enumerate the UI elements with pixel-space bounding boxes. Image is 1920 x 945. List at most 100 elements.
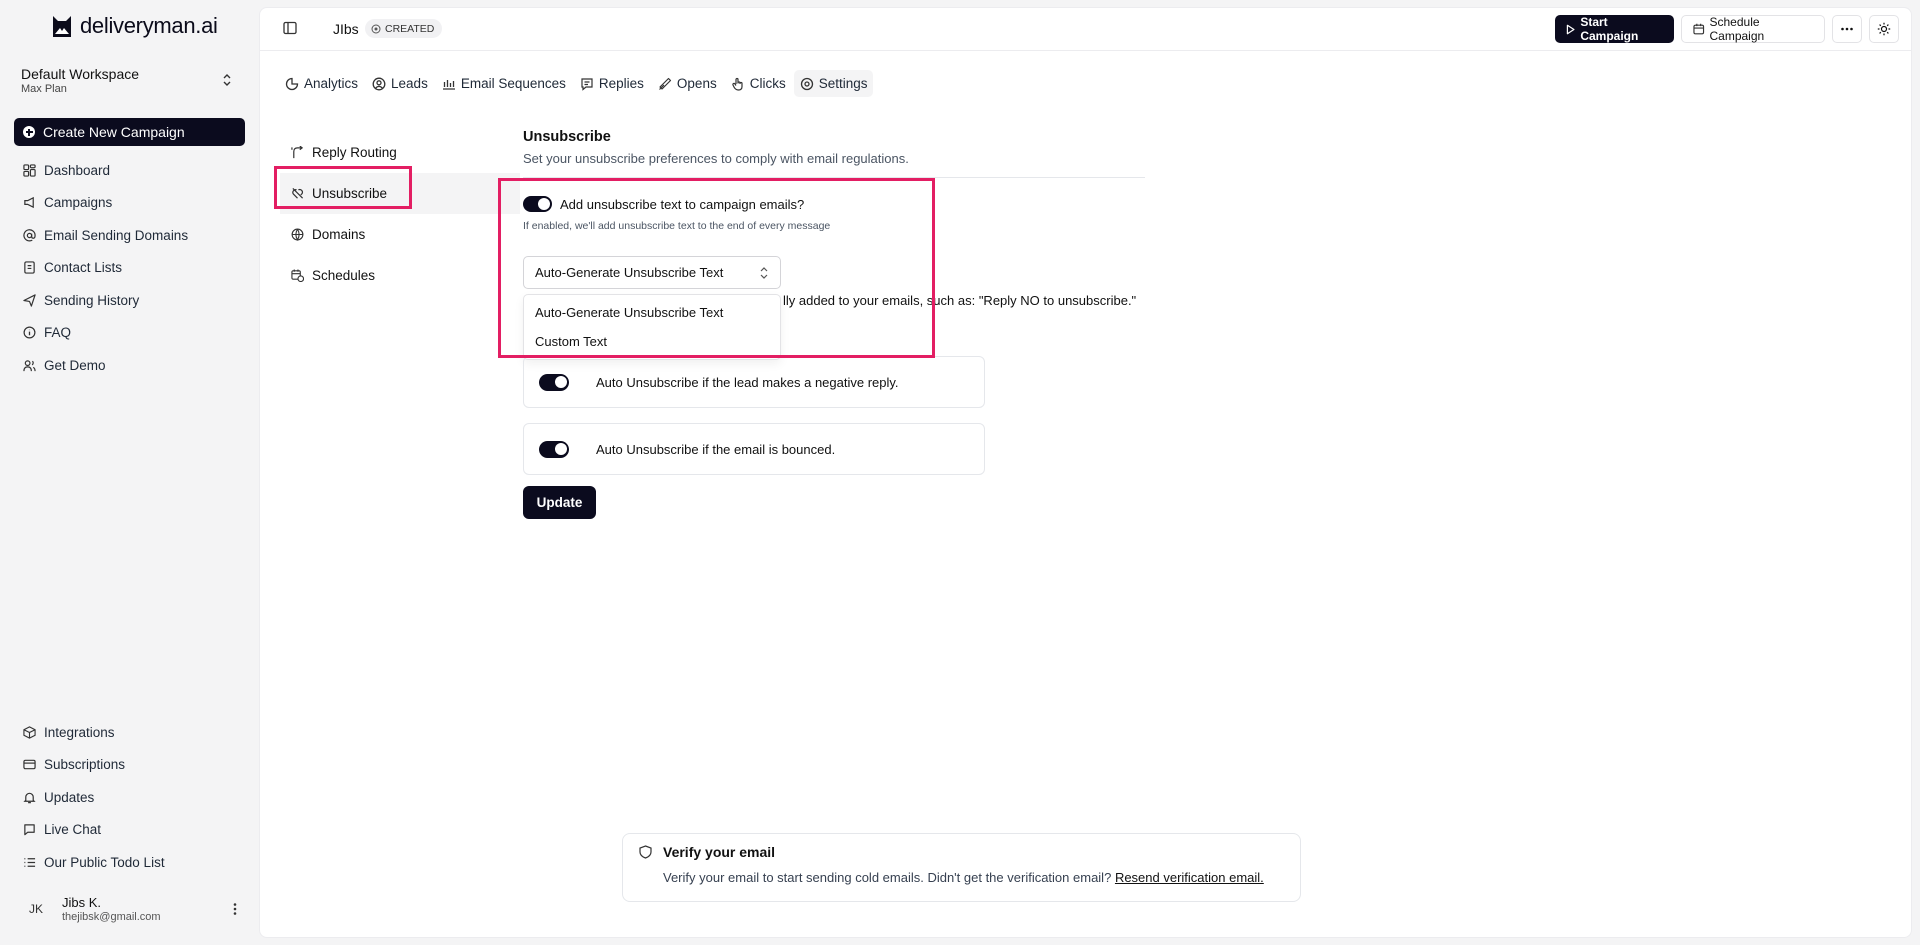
sidebar: deliveryman.ai Default Workspace Max Pla… bbox=[0, 0, 259, 945]
status-label: CREATED bbox=[385, 22, 435, 35]
auto-unsubscribe-negative-toggle[interactable] bbox=[539, 373, 569, 391]
send-icon bbox=[23, 294, 36, 307]
user-email: thejibsk@gmail.com bbox=[62, 911, 161, 923]
card-icon bbox=[23, 759, 36, 770]
chat-icon bbox=[24, 824, 35, 836]
section-title: Unsubscribe bbox=[523, 129, 611, 145]
theme-toggle-button[interactable] bbox=[1869, 15, 1899, 43]
sidebar-item-faq[interactable]: FAQ bbox=[14, 317, 245, 350]
schedule-campaign-label: Schedule Campaign bbox=[1709, 15, 1765, 43]
unsubscribe-text-toggle-label: Add unsubscribe text to campaign emails? bbox=[560, 196, 805, 212]
list-icon bbox=[24, 857, 36, 867]
sun-icon bbox=[1877, 22, 1891, 36]
update-button[interactable]: Update bbox=[523, 486, 596, 519]
bell-icon bbox=[23, 792, 36, 803]
sidebar-item-get-demo[interactable]: Get Demo bbox=[14, 349, 245, 382]
workspace-switcher[interactable]: Default Workspace Max Plan bbox=[21, 66, 239, 96]
verify-email-text: Verify your email to start sending cold … bbox=[663, 870, 1264, 885]
sidebar-item-updates[interactable]: Updates bbox=[14, 781, 245, 814]
start-campaign-button[interactable]: Start Campaign bbox=[1555, 15, 1674, 43]
sidebar-item-label: Email Sending Domains bbox=[44, 227, 189, 243]
start-campaign-label: Start Campaign bbox=[1580, 15, 1639, 43]
routing-icon bbox=[291, 146, 304, 159]
status-badge: CREATED bbox=[365, 19, 443, 38]
settings-icon bbox=[800, 77, 813, 90]
dropdown-option-auto-generate[interactable]: Auto-Generate Unsubscribe Text bbox=[524, 298, 780, 327]
tab-clicks[interactable]: Clicks bbox=[725, 70, 792, 97]
sidebar-bottom-nav: Integrations Subscriptions Updates Live … bbox=[14, 716, 245, 879]
auto-unsubscribe-negative-card: Auto Unsubscribe if the lead makes a neg… bbox=[523, 356, 985, 408]
more-options-button[interactable] bbox=[1832, 15, 1862, 43]
tab-replies[interactable]: Replies bbox=[574, 70, 650, 97]
divider bbox=[523, 177, 1145, 178]
settings-item-reply-routing[interactable]: Reply Routing bbox=[280, 132, 520, 173]
campaign-tabs: Analytics Leads Email Sequences Replies … bbox=[279, 70, 874, 97]
sidebar-item-label: Campaigns bbox=[44, 195, 113, 211]
sidebar-item-live-chat[interactable]: Live Chat bbox=[14, 814, 245, 847]
auto-unsubscribe-negative-label: Auto Unsubscribe if the lead makes a neg… bbox=[596, 374, 899, 390]
verify-email-message: Verify your email to start sending cold … bbox=[663, 870, 1112, 885]
dashboard-icon bbox=[23, 164, 36, 177]
unsubscribe-text-toggle[interactable] bbox=[523, 196, 552, 212]
tab-label: Settings bbox=[818, 76, 868, 91]
sidebar-item-label: Our Public Todo List bbox=[44, 854, 165, 870]
unsubscribe-settings: Unsubscribe Set your unsubscribe prefere… bbox=[523, 129, 1149, 519]
sidebar-item-contact-lists[interactable]: Contact Lists bbox=[14, 252, 245, 285]
sidebar-item-campaigns[interactable]: Campaigns bbox=[14, 187, 245, 220]
sidebar-item-sending-history[interactable]: Sending History bbox=[14, 284, 245, 317]
calendar-icon bbox=[1693, 23, 1705, 35]
chevron-up-down-icon bbox=[760, 267, 768, 279]
sidebar-item-email-sending-domains[interactable]: Email Sending Domains bbox=[14, 219, 245, 252]
create-campaign-button[interactable]: Create New Campaign bbox=[14, 118, 245, 146]
dropdown-option-custom-text[interactable]: Custom Text bbox=[524, 327, 780, 356]
box-icon bbox=[23, 726, 36, 739]
status-dot-icon bbox=[371, 24, 381, 33]
reply-icon bbox=[581, 77, 593, 91]
resend-verification-link[interactable]: Resend verification email. bbox=[1115, 870, 1264, 885]
auto-unsubscribe-bounce-toggle[interactable] bbox=[539, 440, 569, 458]
sidebar-item-label: Sending History bbox=[44, 292, 140, 308]
user-info: Jibs K. thejibsk@gmail.com bbox=[62, 895, 161, 923]
tab-settings[interactable]: Settings bbox=[793, 70, 874, 97]
tab-email-sequences[interactable]: Email Sequences bbox=[436, 70, 572, 97]
at-sign-icon bbox=[23, 228, 36, 242]
brand-name: deliveryman.ai bbox=[80, 13, 218, 38]
sidebar-item-label: Live Chat bbox=[44, 822, 102, 838]
tab-analytics[interactable]: Analytics bbox=[279, 70, 364, 97]
cat-logo-icon bbox=[53, 16, 71, 37]
sidebar-item-dashboard[interactable]: Dashboard bbox=[14, 154, 245, 187]
settings-item-schedules[interactable]: Schedules bbox=[280, 255, 520, 296]
settings-item-label: Reply Routing bbox=[312, 145, 397, 160]
tab-opens[interactable]: Opens bbox=[652, 70, 723, 97]
user-menu-button[interactable] bbox=[228, 900, 242, 918]
sidebar-item-subscriptions[interactable]: Subscriptions bbox=[14, 749, 245, 782]
contact-list-icon bbox=[24, 261, 35, 274]
chevron-up-down-icon bbox=[223, 74, 231, 86]
unsubscribe-text-select[interactable]: Auto-Generate Unsubscribe Text bbox=[523, 256, 781, 289]
tab-label: Replies bbox=[598, 76, 644, 91]
tab-label: Email Sequences bbox=[460, 76, 566, 91]
logo[interactable]: deliveryman.ai bbox=[52, 13, 218, 39]
settings-item-domains[interactable]: Domains bbox=[280, 214, 520, 255]
workspace-name: Default Workspace bbox=[21, 66, 140, 82]
sidebar-toggle-icon[interactable] bbox=[282, 20, 298, 36]
settings-item-label: Domains bbox=[312, 227, 366, 242]
settings-item-unsubscribe[interactable]: Unsubscribe bbox=[280, 173, 520, 214]
users-icon bbox=[23, 360, 36, 371]
sidebar-item-label: Get Demo bbox=[44, 357, 106, 373]
sidebar-item-label: Contact Lists bbox=[44, 260, 123, 276]
sidebar-item-integrations[interactable]: Integrations bbox=[14, 716, 245, 749]
settings-item-label: Unsubscribe bbox=[312, 186, 388, 201]
unsubscribe-text-hint: If enabled, we'll add unsubscribe text t… bbox=[523, 220, 831, 232]
unsubscribe-icon bbox=[292, 187, 304, 199]
sidebar-item-label: Dashboard bbox=[44, 162, 111, 178]
user-profile[interactable]: JK Jibs K. thejibsk@gmail.com bbox=[20, 892, 242, 926]
shield-icon bbox=[639, 845, 652, 859]
tab-leads[interactable]: Leads bbox=[366, 70, 434, 97]
sidebar-item-label: Integrations bbox=[44, 724, 115, 740]
sidebar-item-label: Subscriptions bbox=[44, 757, 126, 773]
sidebar-item-public-todo-list[interactable]: Our Public Todo List bbox=[14, 846, 245, 879]
schedule-campaign-button[interactable]: Schedule Campaign bbox=[1681, 15, 1825, 43]
avatar: JK bbox=[20, 893, 52, 925]
select-value: Auto-Generate Unsubscribe Text bbox=[535, 265, 724, 280]
